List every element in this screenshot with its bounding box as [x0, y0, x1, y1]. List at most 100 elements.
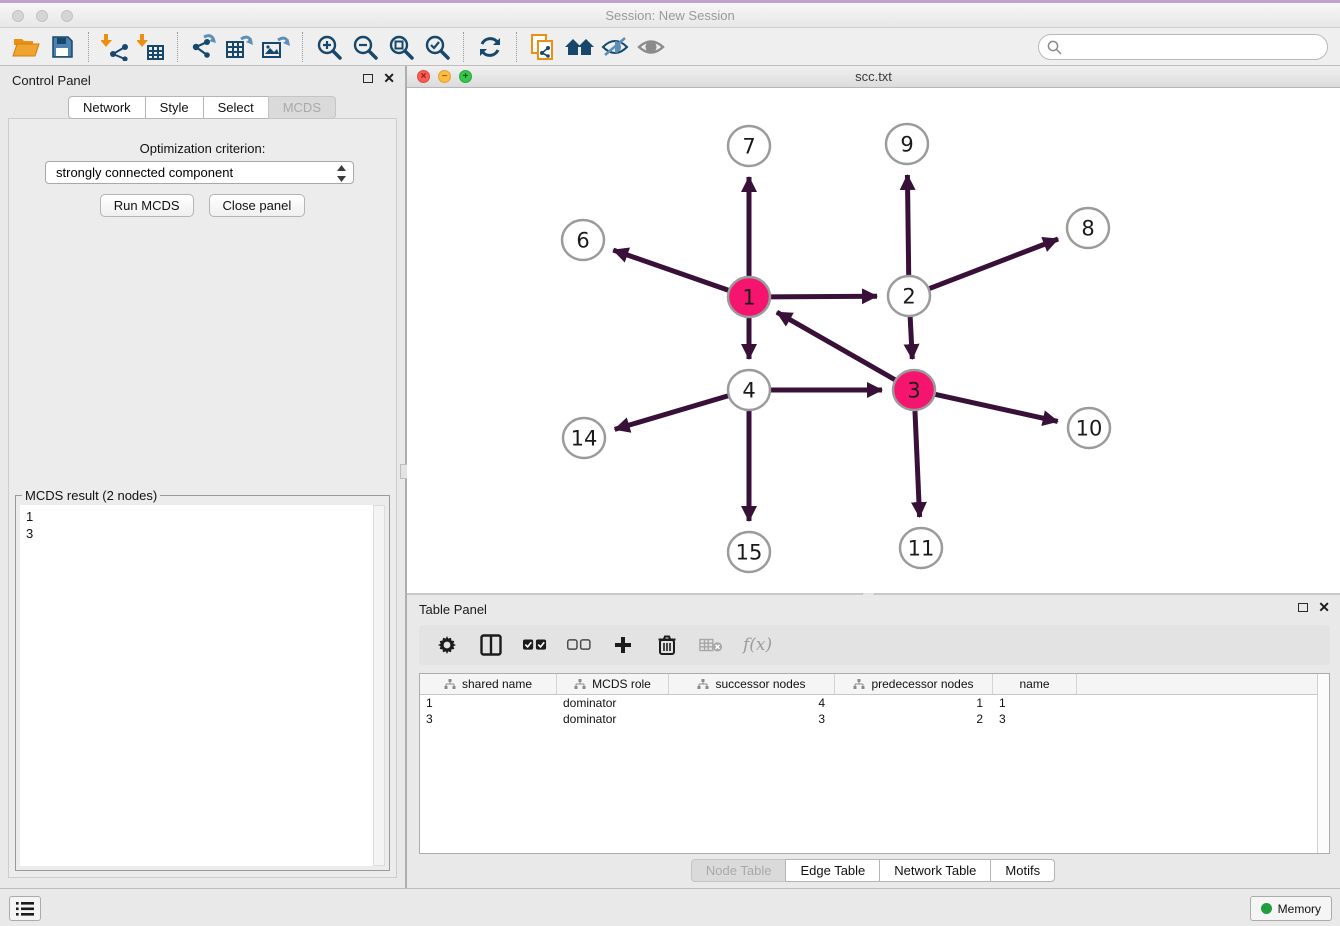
- tab-network-table[interactable]: Network Table: [879, 859, 991, 882]
- close-panel-button[interactable]: Close panel: [209, 194, 306, 217]
- graph-node-15[interactable]: 15: [728, 532, 770, 572]
- svg-text:11: 11: [908, 537, 935, 561]
- table-panel-title: Table Panel: [419, 602, 487, 617]
- optimization-criterion-select[interactable]: strongly connected component: [45, 161, 354, 184]
- function-builder-icon[interactable]: f(x): [743, 633, 772, 657]
- open-session-icon[interactable]: [8, 31, 44, 63]
- svg-text:15: 15: [736, 541, 763, 565]
- tab-network[interactable]: Network: [68, 96, 146, 119]
- graph-edge-2-8[interactable]: [926, 239, 1058, 290]
- graph-edge-1-2[interactable]: [767, 296, 877, 297]
- import-table-icon[interactable]: [133, 31, 169, 63]
- zoom-fit-icon[interactable]: [383, 31, 419, 63]
- tab-node-table[interactable]: Node Table: [691, 859, 787, 882]
- cell-name[interactable]: 1: [993, 695, 1077, 711]
- select-all-icon[interactable]: [523, 633, 547, 657]
- cell-mcds-role[interactable]: dominator: [557, 695, 669, 711]
- graph-node-9[interactable]: 9: [886, 124, 928, 164]
- tab-edge-table[interactable]: Edge Table: [785, 859, 880, 882]
- toolbar-separator: [88, 32, 89, 62]
- mcds-result-title: MCDS result (2 nodes): [22, 488, 160, 503]
- column-header-name[interactable]: name: [993, 674, 1077, 694]
- delete-column-trash-icon[interactable]: [655, 633, 679, 657]
- hide-panel-eye-icon[interactable]: [597, 31, 633, 63]
- search-input[interactable]: [1038, 34, 1328, 60]
- result-scrollbar[interactable]: [373, 505, 385, 866]
- cell-successor-nodes[interactable]: 4: [669, 695, 835, 711]
- task-history-button[interactable]: [9, 896, 41, 921]
- zoom-out-icon[interactable]: [347, 31, 383, 63]
- zoom-selected-icon[interactable]: [419, 31, 455, 63]
- graph-node-6[interactable]: 6: [562, 220, 604, 260]
- list-icon: [15, 900, 35, 918]
- graph-edge-3-1[interactable]: [777, 312, 898, 381]
- home-icon[interactable]: [561, 31, 597, 63]
- refresh-icon[interactable]: [472, 31, 508, 63]
- graph-node-10[interactable]: 10: [1068, 408, 1110, 448]
- cell-predecessor-nodes[interactable]: 2: [835, 711, 993, 727]
- save-session-icon[interactable]: [44, 31, 80, 63]
- settings-gear-icon[interactable]: [435, 633, 459, 657]
- graph-node-8[interactable]: 8: [1067, 208, 1109, 248]
- graph-edge-1-6[interactable]: [613, 250, 732, 291]
- column-header-predecessor-nodes[interactable]: predecessor nodes: [835, 674, 993, 694]
- cell-mcds-role[interactable]: dominator: [557, 711, 669, 727]
- mcds-result-list[interactable]: 1 3: [20, 505, 373, 866]
- graph-node-2[interactable]: 2: [888, 276, 930, 316]
- network-window-title: scc.txt: [407, 69, 1340, 84]
- column-header-mcds-role[interactable]: MCDS role: [557, 674, 669, 694]
- export-network-icon[interactable]: [186, 31, 222, 63]
- table-row[interactable]: 1 dominator 4 1 1: [420, 695, 1329, 711]
- fx-label: f(x): [743, 635, 772, 655]
- export-table-icon[interactable]: [222, 31, 258, 63]
- graph-node-3[interactable]: 3: [893, 370, 935, 410]
- split-view-icon[interactable]: [479, 633, 503, 657]
- tab-style[interactable]: Style: [145, 96, 204, 119]
- clone-network-icon[interactable]: [525, 31, 561, 63]
- deselect-all-icon[interactable]: [567, 633, 591, 657]
- cell-predecessor-nodes[interactable]: 1: [835, 695, 993, 711]
- cell-name[interactable]: 3: [993, 711, 1077, 727]
- float-panel-icon[interactable]: [363, 74, 373, 83]
- graph-node-11[interactable]: 11: [900, 528, 942, 568]
- toolbar-separator: [302, 32, 303, 62]
- close-panel-icon[interactable]: ✕: [1318, 602, 1330, 612]
- table-row[interactable]: 3 dominator 3 2 3: [420, 711, 1329, 727]
- cell-shared-name[interactable]: 1: [420, 695, 557, 711]
- tab-motifs[interactable]: Motifs: [990, 859, 1055, 882]
- column-header-successor-nodes[interactable]: successor nodes: [669, 674, 835, 694]
- column-header-shared-name[interactable]: shared name: [420, 674, 557, 694]
- graph-node-1[interactable]: 1: [728, 277, 770, 317]
- cell-successor-nodes[interactable]: 3: [669, 711, 835, 727]
- graph-edge-3-10[interactable]: [932, 394, 1058, 422]
- graph-node-7[interactable]: 7: [728, 126, 770, 166]
- network-window-titlebar[interactable]: × − + scc.txt: [407, 66, 1340, 88]
- delete-table-icon[interactable]: [699, 633, 723, 657]
- add-column-icon[interactable]: [611, 633, 635, 657]
- import-network-icon[interactable]: [97, 31, 133, 63]
- graph-edge-3-11[interactable]: [915, 407, 920, 517]
- search-box: [1038, 34, 1328, 60]
- run-mcds-button[interactable]: Run MCDS: [100, 194, 194, 217]
- graph-node-4[interactable]: 4: [728, 370, 770, 410]
- main-toolbar: [0, 28, 1340, 66]
- export-image-icon[interactable]: [258, 31, 294, 63]
- float-panel-icon[interactable]: [1298, 603, 1308, 612]
- zoom-in-icon[interactable]: [311, 31, 347, 63]
- svg-text:7: 7: [742, 135, 755, 159]
- graph-edge-2-3[interactable]: [910, 313, 912, 359]
- table-header-row: shared name MCDS role successor nodes pr…: [420, 674, 1329, 695]
- graph-node-14[interactable]: 14: [563, 418, 605, 458]
- svg-text:14: 14: [571, 427, 598, 451]
- graph-edge-2-9[interactable]: [907, 175, 908, 279]
- graph-edge-4-14[interactable]: [615, 395, 732, 430]
- network-graph[interactable]: 7 9 6 8 1 2 4 3 14 10 15 11: [407, 88, 1338, 592]
- optimization-criterion-label: Optimization criterion:: [9, 141, 396, 156]
- table-scrollbar[interactable]: [1317, 674, 1329, 853]
- close-panel-icon[interactable]: ✕: [383, 73, 395, 83]
- tab-select[interactable]: Select: [203, 96, 269, 119]
- cell-shared-name[interactable]: 3: [420, 711, 557, 727]
- tab-mcds[interactable]: MCDS: [268, 96, 336, 119]
- show-panel-eye-icon[interactable]: [633, 31, 669, 63]
- memory-button[interactable]: Memory: [1250, 896, 1332, 921]
